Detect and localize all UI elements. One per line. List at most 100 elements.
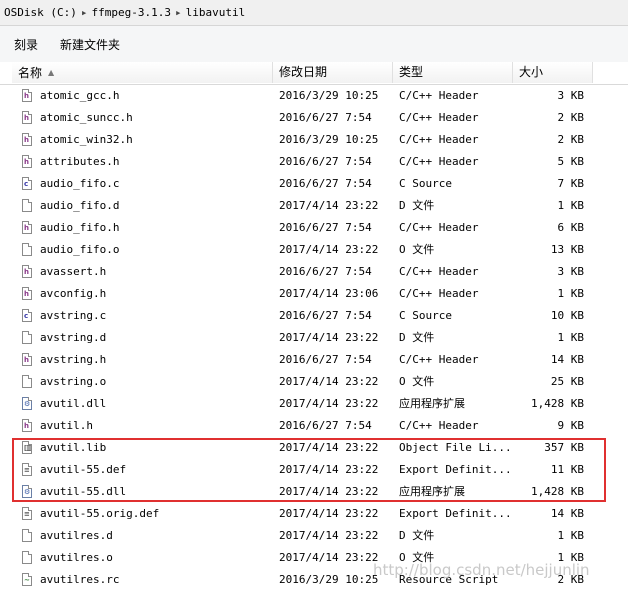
text-file-icon-glyph: ≡ bbox=[24, 510, 30, 518]
column-header-name[interactable]: 名称 ▲ bbox=[12, 62, 273, 83]
column-header-type[interactable]: 类型 bbox=[393, 62, 513, 83]
c-source-icon-shape: c bbox=[22, 309, 32, 322]
blank-file-icon bbox=[22, 375, 34, 389]
file-row[interactable]: h atomic_gcc.h 2016/3/29 10:25 C/C++ Header… bbox=[0, 85, 628, 107]
blank-file-icon-shape bbox=[22, 243, 32, 256]
column-header-type-label: 类型 bbox=[399, 65, 424, 79]
h-header-icon: h bbox=[22, 265, 34, 279]
text-file-icon-shape: ≡ bbox=[22, 463, 32, 476]
blank-file-icon-shape bbox=[22, 375, 32, 388]
file-type: C/C++ Header bbox=[399, 221, 479, 234]
file-type: C/C++ Header bbox=[399, 353, 479, 366]
breadcrumb-ffmpeg[interactable]: ffmpeg-3.1.3 bbox=[91, 6, 170, 19]
file-row[interactable]: ▥ avutil.lib 2017/4/14 23:22 Object File Li… bbox=[0, 437, 628, 459]
file-date: 2016/6/27 7:54 bbox=[279, 221, 372, 234]
blank-file-icon-shape bbox=[22, 199, 32, 212]
file-row[interactable]: h avstring.h 2016/6/27 7:54 C/C++ Header 14 … bbox=[0, 349, 628, 371]
file-row[interactable]: ≡ avutil-55.orig.def 2017/4/14 23:22 Export… bbox=[0, 503, 628, 525]
file-date: 2017/4/14 23:22 bbox=[279, 243, 379, 256]
file-name: avstring.d bbox=[40, 331, 107, 344]
watermark: http://blog.csdn.net/hejjunlin bbox=[373, 561, 590, 579]
file-row[interactable]: audio_fifo.d 2017/4/14 23:22 D 文件 1 KB bbox=[0, 195, 628, 217]
h-header-icon-shape: h bbox=[22, 155, 32, 168]
h-header-icon-glyph: h bbox=[24, 422, 29, 430]
file-date: 2017/4/14 23:22 bbox=[279, 485, 379, 498]
file-row[interactable]: h audio_fifo.h 2016/6/27 7:54 C/C++ Header 6… bbox=[0, 217, 628, 239]
file-row[interactable]: c avstring.c 2016/6/27 7:54 C Source 10 KB bbox=[0, 305, 628, 327]
file-row[interactable]: h avconfig.h 2017/4/14 23:06 C/C++ Header 1 … bbox=[0, 283, 628, 305]
file-row[interactable]: ⚙ avutil-55.dll 2017/4/14 23:22 应用程序扩展 1,428… bbox=[0, 481, 628, 503]
file-size: 11 KB bbox=[550, 463, 584, 476]
file-size: 9 KB bbox=[557, 419, 585, 432]
file-row[interactable]: avstring.o 2017/4/14 23:22 O 文件 25 KB bbox=[0, 371, 628, 393]
file-size: 1 KB bbox=[557, 331, 585, 344]
new-folder-button[interactable]: 新建文件夹 bbox=[52, 32, 128, 57]
c-source-icon-glyph: c bbox=[24, 312, 29, 320]
file-name: audio_fifo.c bbox=[40, 177, 120, 190]
dll-gear-icon-shape: ⚙ bbox=[22, 485, 32, 498]
file-name: audio_fifo.d bbox=[40, 199, 120, 212]
blank-file-icon bbox=[22, 529, 34, 543]
file-row[interactable]: avstring.d 2017/4/14 23:22 D 文件 1 KB bbox=[0, 327, 628, 349]
file-type: C/C++ Header bbox=[399, 287, 479, 300]
file-size: 10 KB bbox=[550, 309, 584, 322]
text-file-icon-shape: ≡ bbox=[22, 507, 32, 520]
h-header-icon-glyph: h bbox=[24, 356, 29, 364]
file-size: 14 KB bbox=[550, 507, 584, 520]
h-header-icon-shape: h bbox=[22, 287, 32, 300]
file-type: C Source bbox=[399, 177, 452, 190]
file-type: D 文件 bbox=[399, 529, 435, 542]
h-header-icon-shape: h bbox=[22, 419, 32, 432]
breadcrumb-separator-icon[interactable]: ▸ bbox=[175, 6, 182, 19]
file-row[interactable]: ⚙ avutil.dll 2017/4/14 23:22 应用程序扩展 1,428 KB bbox=[0, 393, 628, 415]
column-header-date[interactable]: 修改日期 bbox=[273, 62, 393, 83]
file-row[interactable]: h atomic_suncc.h 2016/6/27 7:54 C/C++ Heade… bbox=[0, 107, 628, 129]
column-header-size-label: 大小 bbox=[519, 65, 544, 79]
sort-ascending-icon: ▲ bbox=[48, 68, 55, 77]
file-row[interactable]: c audio_fifo.c 2016/6/27 7:54 C Source 7 KB bbox=[0, 173, 628, 195]
file-row[interactable]: h avutil.h 2016/6/27 7:54 C/C++ Header 9 KB bbox=[0, 415, 628, 437]
file-size: 1,428 KB bbox=[531, 397, 584, 410]
h-header-icon-shape: h bbox=[22, 221, 32, 234]
file-date: 2016/3/29 10:25 bbox=[279, 133, 379, 146]
file-name: avutilres.rc bbox=[40, 573, 120, 586]
h-header-icon-shape: h bbox=[22, 89, 32, 102]
file-row[interactable]: h atomic_win32.h 2016/3/29 10:25 C/C++ Head… bbox=[0, 129, 628, 151]
file-size: 7 KB bbox=[557, 177, 585, 190]
column-header-size[interactable]: 大小 bbox=[513, 62, 593, 83]
file-name: avutil.lib bbox=[40, 441, 107, 454]
h-header-icon-shape: h bbox=[22, 265, 32, 278]
file-type: 应用程序扩展 bbox=[399, 485, 465, 498]
file-row[interactable]: audio_fifo.o 2017/4/14 23:22 O 文件 13 KB bbox=[0, 239, 628, 261]
file-size: 1 KB bbox=[557, 199, 585, 212]
file-type: C/C++ Header bbox=[399, 419, 479, 432]
breadcrumb-osdisk[interactable]: OSDisk (C:) bbox=[4, 6, 77, 19]
breadcrumb-libavutil[interactable]: libavutil bbox=[186, 6, 246, 19]
h-header-icon: h bbox=[22, 111, 34, 125]
command-bar: 刻录 新建文件夹 bbox=[0, 26, 628, 63]
file-row[interactable]: h avassert.h 2016/6/27 7:54 C/C++ Header 3 K… bbox=[0, 261, 628, 283]
lib-archive-icon-shape: ▥ bbox=[22, 441, 32, 454]
lib-archive-icon-glyph: ▥ bbox=[24, 443, 32, 452]
file-size: 2 KB bbox=[557, 133, 585, 146]
file-type: Object File Li... bbox=[399, 441, 512, 454]
file-row[interactable]: ≡ avutil-55.def 2017/4/14 23:22 Export Defi… bbox=[0, 459, 628, 481]
blank-file-icon bbox=[22, 551, 34, 565]
file-date: 2017/4/14 23:06 bbox=[279, 287, 379, 300]
burn-button[interactable]: 刻录 bbox=[6, 32, 46, 57]
h-header-icon: h bbox=[22, 155, 34, 169]
h-header-icon-glyph: h bbox=[24, 290, 29, 298]
file-row[interactable]: avutilres.d 2017/4/14 23:22 D 文件 1 KB bbox=[0, 525, 628, 547]
breadcrumb-separator-icon[interactable]: ▸ bbox=[81, 6, 88, 19]
file-size: 14 KB bbox=[550, 353, 584, 366]
file-date: 2016/3/29 10:25 bbox=[279, 573, 379, 586]
file-date: 2017/4/14 23:22 bbox=[279, 529, 379, 542]
dll-gear-icon-glyph: ⚙ bbox=[24, 400, 31, 408]
file-type: O 文件 bbox=[399, 375, 435, 388]
address-bar[interactable]: OSDisk (C:) ▸ ffmpeg-3.1.3 ▸ libavutil bbox=[0, 0, 628, 26]
column-header-date-label: 修改日期 bbox=[279, 65, 328, 79]
file-date: 2017/4/14 23:22 bbox=[279, 551, 379, 564]
text-file-icon: ≡ bbox=[22, 463, 34, 477]
file-row[interactable]: h attributes.h 2016/6/27 7:54 C/C++ Header 5… bbox=[0, 151, 628, 173]
c-source-icon: c bbox=[22, 177, 34, 191]
